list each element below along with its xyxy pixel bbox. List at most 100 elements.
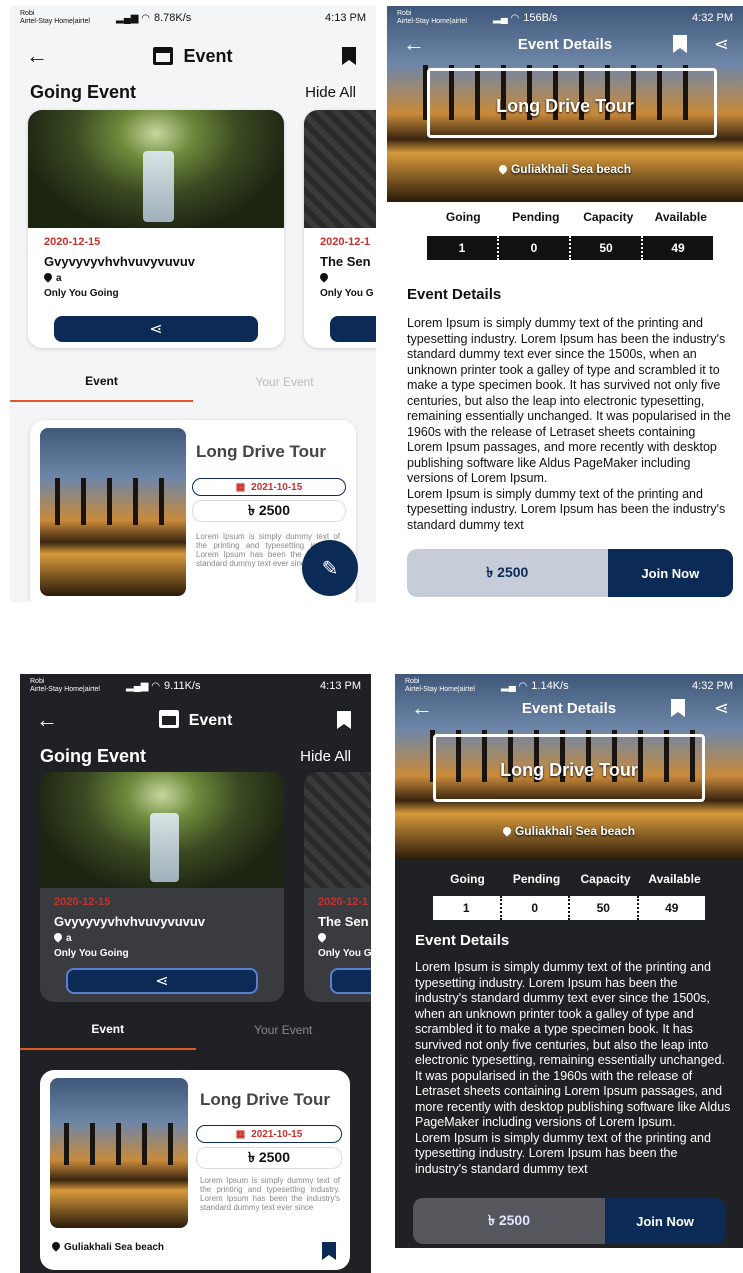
hide-all-link[interactable]: Hide All	[305, 84, 356, 101]
stat-value-capacity: 50	[571, 236, 643, 260]
details-body: Lorem Ipsum is simply dummy text of the …	[415, 960, 731, 1176]
hero-location: Guliakhali Sea beach	[387, 162, 743, 176]
stat-label-available: Available	[648, 872, 701, 886]
stat-label-going: Going	[450, 872, 485, 886]
share-button[interactable]: ⋖	[54, 316, 258, 342]
stats-values: 1 0 50 49	[427, 236, 713, 260]
event-date-pill: ▦ 2021-10-15	[196, 1125, 342, 1143]
calendar-icon	[153, 46, 174, 65]
tab-your-event[interactable]: Your Event	[196, 1010, 372, 1050]
event-screen-light: Robi Airtel-Stay Home|airtel ▂▄▆ ◠ 8.78K…	[10, 6, 376, 602]
page-title: Event	[20, 710, 371, 730]
going-event-card[interactable]: 2020-12-15 Gvyvyvyvhvhvuvyvuvuv a Only Y…	[28, 110, 284, 348]
bookmark-icon[interactable]	[673, 35, 687, 53]
bookmark-icon[interactable]	[337, 711, 351, 729]
back-arrow-icon[interactable]: ←	[403, 31, 425, 57]
page-title: Event Details	[521, 699, 617, 717]
hide-all-link[interactable]: Hide All	[300, 748, 351, 765]
event-date: 2020-12-1	[320, 236, 371, 248]
details-heading: Event Details	[415, 932, 510, 949]
page-title: Event Details	[517, 35, 613, 53]
location-pin-icon	[318, 271, 330, 283]
share-icon[interactable]: ⋖	[714, 698, 729, 719]
bookmark-icon[interactable]	[671, 699, 685, 717]
stat-label-going: Going	[445, 210, 481, 224]
event-location	[316, 931, 371, 944]
section-title: Going Event	[30, 81, 137, 102]
event-name: The Sen	[318, 914, 369, 929]
event-title: Long Drive Tour	[196, 442, 327, 461]
bottom-action-bar: ৳ 2500 Join Now	[413, 1198, 725, 1244]
going-event-card[interactable]: 2020-12-15 Gvyvyvyvhvhvuvyvuvuv a Only Y…	[40, 772, 284, 1002]
event-screen-dark: Robi Airtel-Stay Home|airtel ▂▄▆ ◠ 9.11K…	[20, 674, 371, 1273]
going-event-header: Going Event Hide All	[30, 80, 356, 104]
ticket-price: ৳ 2500	[407, 549, 608, 597]
app-bar: ← Event Details ⋖	[395, 686, 743, 730]
app-bar: ← Event	[10, 34, 376, 78]
location-pin-icon	[52, 931, 64, 943]
going-status: Only You Going	[54, 948, 129, 959]
stat-value-going: 1	[427, 236, 499, 260]
share-button[interactable]	[330, 316, 376, 342]
hero-title: Long Drive Tour	[496, 96, 634, 116]
edit-calendar-icon: ✎	[321, 557, 339, 580]
stat-value-available: 49	[665, 901, 679, 915]
event-location: Guliakhali Sea beach	[50, 1240, 164, 1253]
event-image	[40, 772, 284, 888]
share-button[interactable]: ⋖	[66, 968, 258, 994]
back-arrow-icon[interactable]: ←	[411, 695, 433, 721]
network-speed: 8.78K/s	[153, 12, 192, 24]
location-pin-icon	[50, 1240, 62, 1252]
event-title: Long Drive Tour	[200, 1090, 331, 1109]
tab-your-event[interactable]: Your Event	[193, 362, 376, 402]
bookmark-icon[interactable]	[342, 47, 356, 65]
event-location: a	[42, 271, 268, 284]
app-bar: ← Event Details ⋖	[387, 22, 743, 66]
edit-event-fab[interactable]: ✎	[302, 540, 358, 596]
clock: 4:13 PM	[325, 12, 366, 24]
event-name: The Sen	[320, 254, 371, 269]
stat-label-capacity: Capacity	[583, 210, 634, 224]
going-event-header: Going Event Hide All	[40, 744, 351, 768]
bookmark-icon[interactable]	[322, 1242, 336, 1260]
event-image	[50, 1078, 188, 1228]
page-title: Event	[10, 46, 376, 67]
stats-values: 1 0 50 49	[433, 896, 705, 920]
status-bar: Robi Airtel-Stay Home|airtel ▂▄▆ ◠ 9.11K…	[20, 674, 371, 698]
tab-event[interactable]: Event	[20, 1010, 196, 1050]
event-name: Gvyvyvyvhvhvuvyvuvuv	[44, 254, 196, 269]
calendar-icon	[158, 710, 179, 728]
event-list-item[interactable]: Long Drive Tour ▦ 2021-10-15 ৳ 2500 Lorem…	[40, 1070, 350, 1270]
stat-value-pending: 0	[499, 236, 571, 260]
tab-bar: Event Your Event	[10, 362, 376, 402]
event-name: Gvyvyvyvhvhvuvyvuvuv	[54, 914, 206, 929]
stats-labels: Going Pending Capacity Available	[433, 872, 709, 886]
going-status: Only You G	[320, 288, 374, 299]
event-image	[40, 428, 186, 596]
share-button[interactable]	[330, 968, 371, 994]
tab-bar: Event Your Event	[20, 1010, 371, 1050]
share-icon: ⋖	[149, 321, 163, 338]
ticket-price: ৳ 2500	[413, 1198, 605, 1244]
bottom-action-bar: ৳ 2500 Join Now	[407, 549, 733, 597]
back-arrow-icon[interactable]: ←	[36, 707, 58, 733]
back-arrow-icon[interactable]: ←	[26, 43, 48, 69]
tab-event[interactable]: Event	[10, 362, 193, 402]
event-image	[304, 772, 371, 888]
going-status: Only You Going	[44, 288, 119, 299]
going-event-card[interactable]: 2020-12-1 The Sen Only You G	[304, 110, 376, 348]
join-now-button[interactable]: Join Now	[607, 549, 733, 597]
going-status: Only You G	[318, 948, 371, 959]
event-price: ৳ 2500	[196, 1147, 342, 1169]
network-speed: 9.11K/s	[163, 680, 201, 692]
event-date-pill: ▦ 2021-10-15	[192, 478, 346, 496]
event-date: 2020-12-15	[54, 896, 111, 908]
event-date: 2020-12-1	[318, 896, 369, 908]
stats-labels: Going Pending Capacity Available	[427, 210, 717, 224]
event-location: a	[52, 931, 270, 944]
signal-icon: ▂▄▆ ◠	[116, 12, 150, 24]
location-pin-icon	[316, 931, 328, 943]
going-event-card[interactable]: 2020-12-1 The Sen Only You G	[304, 772, 371, 1002]
share-icon[interactable]: ⋖	[714, 34, 729, 55]
join-now-button[interactable]: Join Now	[605, 1198, 725, 1244]
